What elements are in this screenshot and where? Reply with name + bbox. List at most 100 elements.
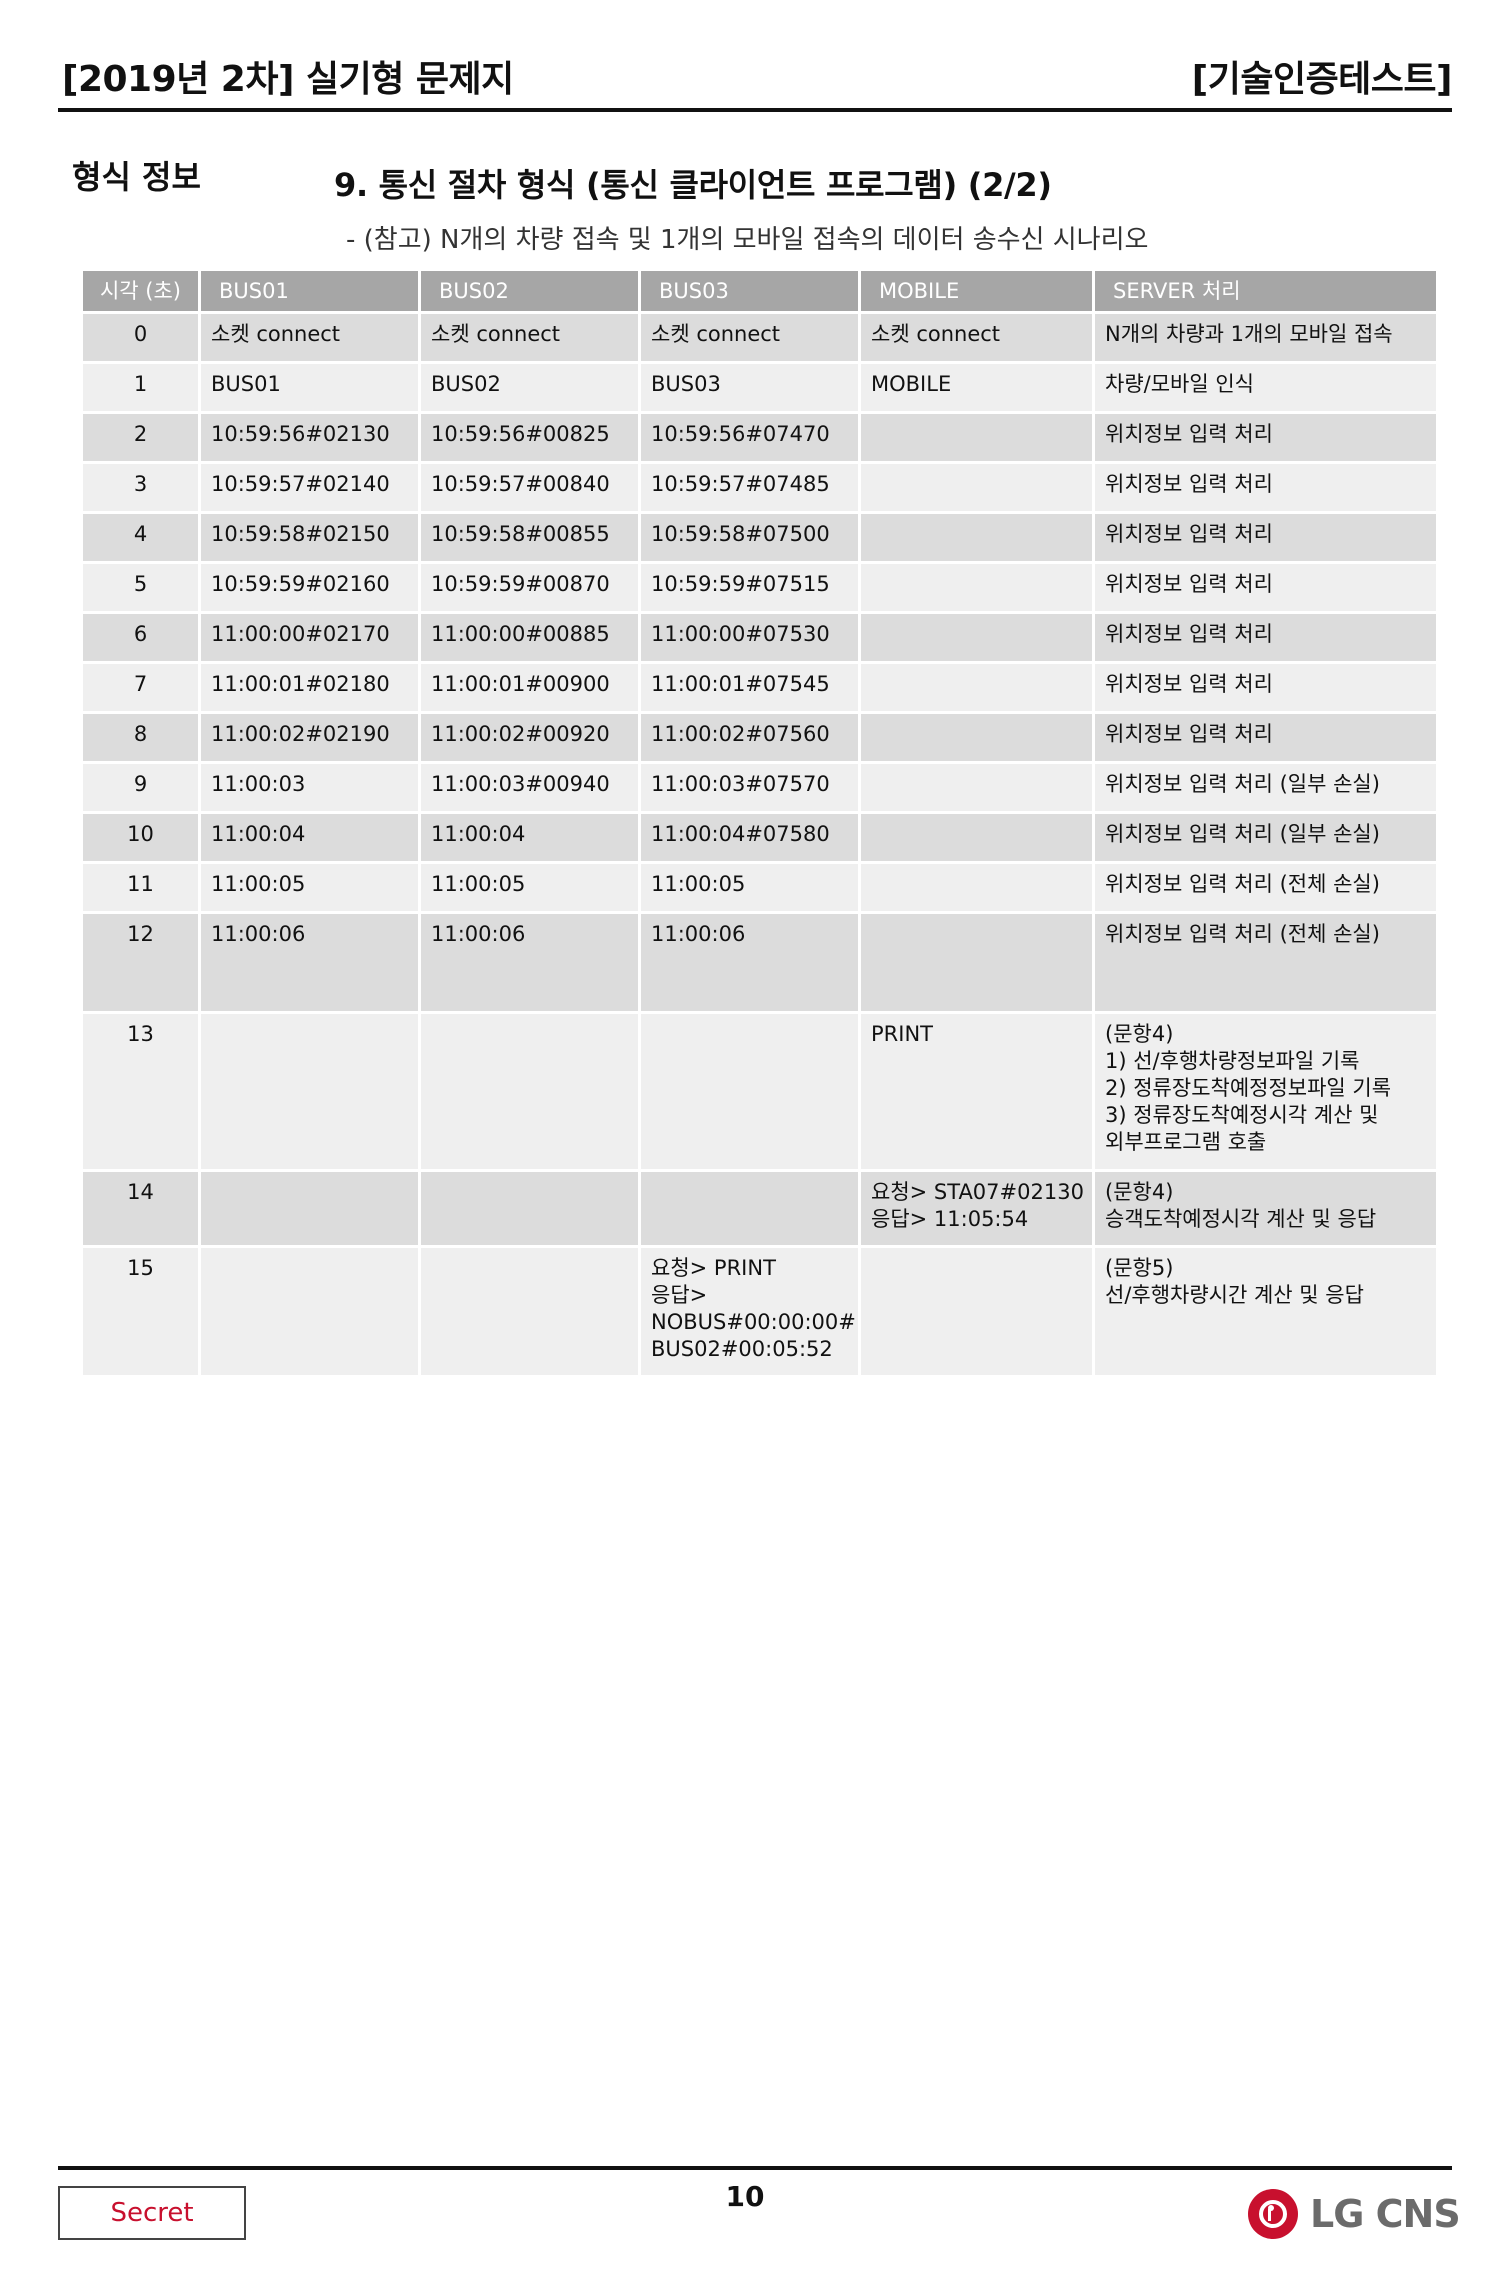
table-row: 6 11:00:00#02170 11:00:00#00885 11:00:00#07… <box>80 611 1439 664</box>
mobile-cell <box>858 861 1095 914</box>
column-header-bus03: BUS03 <box>638 268 861 314</box>
mobile-cell <box>858 811 1095 864</box>
table-header-row: 시각 (초) BUS01 BUS02 BUS03 MOBILE SERVER 처… <box>80 268 1439 314</box>
bus01-cell: 11:00:01#02180 <box>198 661 421 714</box>
table-row: 14 요청> STA07#02130 응답> 11:05:54 (문항4) 승객도착… <box>80 1169 1439 1248</box>
bus01-cell: BUS01 <box>198 361 421 414</box>
server-cell: 위치정보 입력 처리 (일부 손실) <box>1092 761 1439 814</box>
time-cell: 9 <box>80 761 201 814</box>
header-divider <box>58 108 1452 112</box>
time-cell: 10 <box>80 811 201 864</box>
server-cell: 위치정보 입력 처리 (전체 손실) <box>1092 911 1439 1014</box>
confidentiality-badge: Secret <box>58 2186 246 2240</box>
server-cell: (문항5) 선/후행차량시간 계산 및 응답 <box>1092 1245 1439 1378</box>
mobile-cell <box>858 561 1095 614</box>
server-cell: 위치정보 입력 처리 <box>1092 611 1439 664</box>
table-row: 9 11:00:03 11:00:03#00940 11:00:03#07570 위치정… <box>80 761 1439 814</box>
column-header-bus02: BUS02 <box>418 268 641 314</box>
bus02-cell: BUS02 <box>418 361 641 414</box>
bus03-cell: 11:00:04#07580 <box>638 811 861 864</box>
table-row: 3 10:59:57#02140 10:59:57#00840 10:59:57#07… <box>80 461 1439 514</box>
table-row: 4 10:59:58#02150 10:59:58#00855 10:59:58#07… <box>80 511 1439 564</box>
bus01-cell <box>198 1169 421 1248</box>
table-row: 7 11:00:01#02180 11:00:01#00900 11:00:01#07… <box>80 661 1439 714</box>
server-cell: 위치정보 입력 처리 <box>1092 411 1439 464</box>
time-cell: 5 <box>80 561 201 614</box>
bus03-cell <box>638 1011 861 1172</box>
bus01-cell: 10:59:57#02140 <box>198 461 421 514</box>
document-category: [기술인증테스트] <box>1191 59 1453 100</box>
bus01-cell: 11:00:03 <box>198 761 421 814</box>
bus01-cell: 10:59:58#02150 <box>198 511 421 564</box>
server-cell: 위치정보 입력 처리 <box>1092 461 1439 514</box>
bus03-cell: BUS03 <box>638 361 861 414</box>
server-cell: 위치정보 입력 처리 <box>1092 711 1439 764</box>
time-cell: 8 <box>80 711 201 764</box>
server-cell: 위치정보 입력 처리 <box>1092 661 1439 714</box>
bus03-cell: 11:00:03#07570 <box>638 761 861 814</box>
mobile-cell <box>858 911 1095 1014</box>
bus02-cell: 10:59:56#00825 <box>418 411 641 464</box>
table-row: 13 PRINT (문항4) 1) 선/후행차량정보파일 기록 2) 정류장도착예정… <box>80 1011 1439 1172</box>
bus03-cell: 11:00:01#07545 <box>638 661 861 714</box>
bus02-cell <box>418 1245 641 1378</box>
table-row: 15 요청> PRINT 응답> NOBUS#00:00:00# BUS02#00… <box>80 1245 1439 1378</box>
time-cell: 4 <box>80 511 201 564</box>
bus02-cell: 10:59:59#00870 <box>418 561 641 614</box>
mobile-cell <box>858 611 1095 664</box>
bus01-cell <box>198 1011 421 1172</box>
bus02-cell: 11:00:03#00940 <box>418 761 641 814</box>
bus01-cell: 소켓 connect <box>198 311 421 364</box>
mobile-cell: 소켓 connect <box>858 311 1095 364</box>
column-header-time: 시각 (초) <box>80 268 201 314</box>
table-row: 12 11:00:06 11:00:06 11:00:06 위치정보 입력 처리 (전체… <box>80 911 1439 1014</box>
bus01-cell: 10:59:56#02130 <box>198 411 421 464</box>
bus01-cell: 11:00:05 <box>198 861 421 914</box>
time-cell: 6 <box>80 611 201 664</box>
mobile-cell <box>858 411 1095 464</box>
lg-face-icon <box>1248 2189 1298 2239</box>
mobile-cell <box>858 711 1095 764</box>
mobile-cell: 요청> STA07#02130 응답> 11:05:54 <box>858 1169 1095 1248</box>
table-row: 10 11:00:04 11:00:04 11:00:04#07580 위치정보 입력 … <box>80 811 1439 864</box>
bus02-cell: 11:00:01#00900 <box>418 661 641 714</box>
bus02-cell <box>418 1169 641 1248</box>
bus02-cell: 10:59:58#00855 <box>418 511 641 564</box>
bus02-cell <box>418 1011 641 1172</box>
bus02-cell: 11:00:06 <box>418 911 641 1014</box>
bus01-cell: 11:00:00#02170 <box>198 611 421 664</box>
bus01-cell: 10:59:59#02160 <box>198 561 421 614</box>
table-body: 0 소켓 connect 소켓 connect 소켓 connect 소켓 connec… <box>80 311 1439 1378</box>
server-cell: 위치정보 입력 처리 <box>1092 561 1439 614</box>
mobile-cell <box>858 511 1095 564</box>
bus02-cell: 11:00:04 <box>418 811 641 864</box>
section-note: - (참고) N개의 차량 접속 및 1개의 모바일 접속의 데이터 송수신 시… <box>346 225 1149 255</box>
bus03-cell <box>638 1169 861 1248</box>
column-header-server: SERVER 처리 <box>1092 268 1439 314</box>
footer-divider <box>58 2166 1452 2170</box>
mobile-cell <box>858 761 1095 814</box>
bus02-cell: 11:00:02#00920 <box>418 711 641 764</box>
column-header-bus01: BUS01 <box>198 268 421 314</box>
page-number: 10 <box>725 2180 765 2213</box>
bus03-cell: 요청> PRINT 응답> NOBUS#00:00:00# BUS02#00:0… <box>638 1245 861 1378</box>
mobile-cell: MOBILE <box>858 361 1095 414</box>
time-cell: 2 <box>80 411 201 464</box>
document-title: [2019년 2차] 실기형 문제지 <box>62 59 514 100</box>
time-cell: 13 <box>80 1011 201 1172</box>
bus01-cell: 11:00:02#02190 <box>198 711 421 764</box>
server-cell: (문항4) 승객도착예정시각 계산 및 응답 <box>1092 1169 1439 1248</box>
bus02-cell: 11:00:00#00885 <box>418 611 641 664</box>
bus03-cell: 11:00:02#07560 <box>638 711 861 764</box>
server-cell: 차량/모바일 인식 <box>1092 361 1439 414</box>
bus01-cell <box>198 1245 421 1378</box>
time-cell: 3 <box>80 461 201 514</box>
bus03-cell: 10:59:59#07515 <box>638 561 861 614</box>
time-cell: 14 <box>80 1169 201 1248</box>
time-cell: 11 <box>80 861 201 914</box>
bus03-cell: 11:00:05 <box>638 861 861 914</box>
bus01-cell: 11:00:04 <box>198 811 421 864</box>
table-row: 11 11:00:05 11:00:05 11:00:05 위치정보 입력 처리 (전체… <box>80 861 1439 914</box>
section-label: 형식 정보 <box>72 158 201 196</box>
bus03-cell: 11:00:00#07530 <box>638 611 861 664</box>
